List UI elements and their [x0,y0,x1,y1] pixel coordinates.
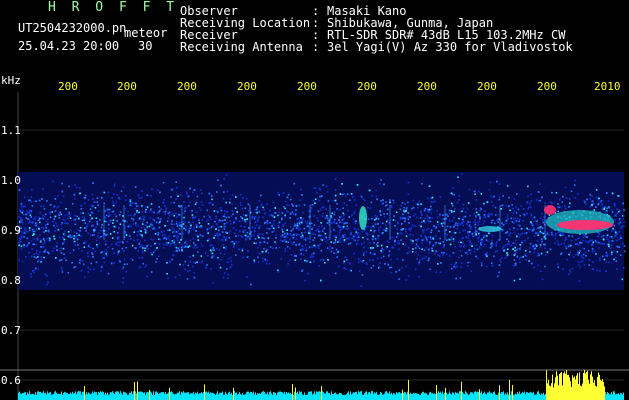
x-tick-label: 200 [237,80,257,93]
x-tick-label: 200 [117,80,137,93]
mode-label: meteor [124,26,168,40]
y-tick-label: 1.0 [1,174,21,187]
hrofft-spectrogram-window: H R O F F T UT2504232000.pn meteor 25.04… [0,0,629,400]
info-key-antenna: Receiving Antenna [180,40,303,54]
x-tick-label: 200 [177,80,197,93]
x-tick-label: 200 [357,80,377,93]
spectrogram-plot [0,92,629,400]
x-tick-label: 200 [417,80,437,93]
interval-value: 30 [138,39,153,53]
app-title: H R O F F T [48,0,179,15]
y-axis-unit: kHz [1,74,21,87]
x-tick-label: 200 [58,80,78,93]
y-tick-label: 0.7 [1,324,21,337]
info-value-antenna: 3el Yagi(V) Az 330 for Vladivostok [327,40,573,54]
signal-level-bars [18,370,624,400]
info-sep: : [312,40,320,54]
meteor-echo-strong [544,205,556,215]
date-time: 25.04.23 20:00 [18,39,120,53]
y-tick-label: 0.8 [1,274,21,287]
y-tick-label: 0.6 [1,374,21,387]
file-name: UT2504232000.pn [18,21,127,35]
y-tick-label: 0.9 [1,224,21,237]
y-tick-label: 1.1 [1,124,21,137]
x-tick-label: 200 [477,80,497,93]
meteor-echo [359,206,367,230]
meteor-echo-strong [557,220,613,230]
meteor-echo [478,226,502,232]
x-tick-label: 200 [537,80,557,93]
x-tick-label: 200 [297,80,317,93]
x-tick-label: 2010 [594,80,621,93]
